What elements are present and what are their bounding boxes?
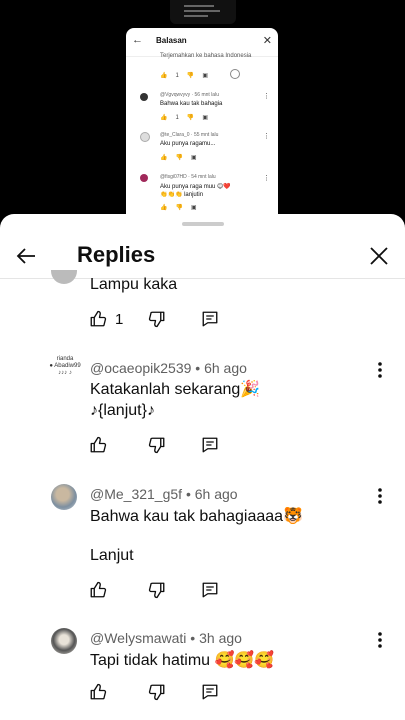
comment-text: Lanjut	[90, 547, 134, 564]
embedded-kebab-icon: ⋮	[263, 175, 270, 182]
comment-text: Tapi tidak hatimu 🥰🥰🥰	[90, 652, 275, 669]
more-vert-icon	[378, 362, 382, 378]
like-button[interactable]	[89, 581, 107, 599]
embedded-avatar	[140, 93, 148, 101]
embedded-translate: Terjemahkan ke bahasa Indonesia	[160, 53, 252, 59]
comment-text: ♪{lanjut}♪	[90, 402, 155, 419]
comment-author[interactable]: @ocaeopik2539	[90, 360, 191, 376]
embedded-title: Balasan	[156, 36, 187, 45]
dislike-button[interactable]	[148, 436, 166, 454]
like-count: 1	[115, 310, 124, 328]
embedded-text: Aku punya ragamu...	[160, 141, 216, 147]
drag-handle[interactable]	[182, 222, 224, 226]
comment-author[interactable]: @Welysmawati	[90, 630, 186, 646]
page-title: Replies	[77, 242, 156, 267]
comment-time: 6h ago	[194, 486, 238, 502]
embedded-status-bar	[170, 0, 236, 24]
dislike-button[interactable]	[148, 683, 166, 701]
embedded-loader-icon	[230, 69, 240, 79]
avatar[interactable]	[51, 628, 77, 654]
embedded-actions-1: 👍1👎▣	[160, 73, 216, 79]
embedded-meta: @Vgvqwvyvy · 56 mnt lalu	[160, 92, 219, 98]
embedded-kebab-icon: ⋮	[263, 93, 270, 100]
comment-text: Lampu kaka	[90, 276, 178, 293]
thumbs-up-icon	[90, 581, 107, 598]
thumbs-down-icon	[148, 437, 165, 454]
embedded-actions-4: 👍👎▣	[160, 205, 205, 211]
embedded-kebab-icon: ⋮	[263, 133, 270, 140]
thumbs-up-icon	[90, 310, 107, 327]
reply-icon	[202, 437, 218, 453]
more-options-button[interactable]	[372, 359, 388, 381]
like-button[interactable]	[89, 683, 107, 701]
comment-meta: @ocaeopik2539 • 6h ago	[90, 360, 247, 376]
close-icon	[370, 247, 388, 265]
comment-meta: @Me_321_g5f • 6h ago	[90, 486, 238, 502]
embedded-text: Bahwa kau tak bahagia	[160, 101, 223, 107]
embedded-meta: @fisgi07HD · 54 mnt lalu	[160, 174, 216, 180]
avatar[interactable]	[51, 270, 77, 284]
comment-meta: @Welysmawati • 3h ago	[90, 630, 242, 646]
close-button[interactable]	[363, 240, 395, 272]
embedded-back-icon: ←	[132, 34, 143, 46]
reply-icon	[202, 311, 218, 327]
comment-text: Katakanlah sekarang🎉	[90, 381, 261, 398]
embedded-avatar	[140, 132, 150, 142]
embedded-text: 👏👏👏 lanjutin	[160, 192, 204, 198]
avatar[interactable]	[51, 484, 77, 510]
comment-text: Bahwa kau tak bahagiaaaa🐯	[90, 508, 303, 525]
embedded-text: Aku punya raga muu 😊❤️	[160, 184, 231, 190]
thumbs-up-icon	[90, 436, 107, 453]
embedded-close-icon: ✕	[262, 35, 272, 47]
like-button[interactable]	[89, 436, 107, 454]
avatar[interactable]: rianda ● Abadiw99 ♪♪♪ ♪	[48, 356, 82, 377]
embedded-meta: @te_Clara_0 · 55 mnt lalu	[160, 132, 219, 138]
reply-button[interactable]	[201, 581, 219, 599]
more-vert-icon	[378, 632, 382, 648]
comment-time: 3h ago	[199, 630, 242, 646]
embedded-actions-2: 👍1👎▣	[160, 115, 216, 121]
thumbs-down-icon	[148, 311, 165, 328]
reply-icon	[202, 582, 218, 598]
thumbs-down-icon	[148, 684, 165, 701]
reply-icon	[202, 684, 218, 700]
arrow-left-icon	[16, 248, 35, 264]
replies-sheet: Replies Lampu kaka 1 rianda ● Abadiw99 ♪♪♪…	[0, 214, 405, 720]
embedded-avatar	[140, 174, 148, 182]
comment-time: 6h ago	[204, 360, 247, 376]
more-vert-icon	[378, 488, 382, 504]
dislike-button[interactable]	[148, 310, 166, 328]
more-options-button[interactable]	[372, 485, 388, 507]
dislike-button[interactable]	[148, 581, 166, 599]
embedded-screenshot: ← Balasan ✕ Terjemahkan ke bahasa Indone…	[126, 28, 278, 214]
more-options-button[interactable]	[372, 629, 388, 651]
comment-author[interactable]: @Me_321_g5f	[90, 486, 182, 502]
embedded-actions-3: 👍👎▣	[160, 155, 205, 161]
thumbs-down-icon	[148, 582, 165, 599]
reply-button[interactable]	[201, 683, 219, 701]
like-button[interactable]: 1	[89, 310, 123, 328]
back-button[interactable]	[10, 240, 42, 272]
thumbs-up-icon	[90, 683, 107, 700]
reply-button[interactable]	[201, 310, 219, 328]
reply-button[interactable]	[201, 436, 219, 454]
